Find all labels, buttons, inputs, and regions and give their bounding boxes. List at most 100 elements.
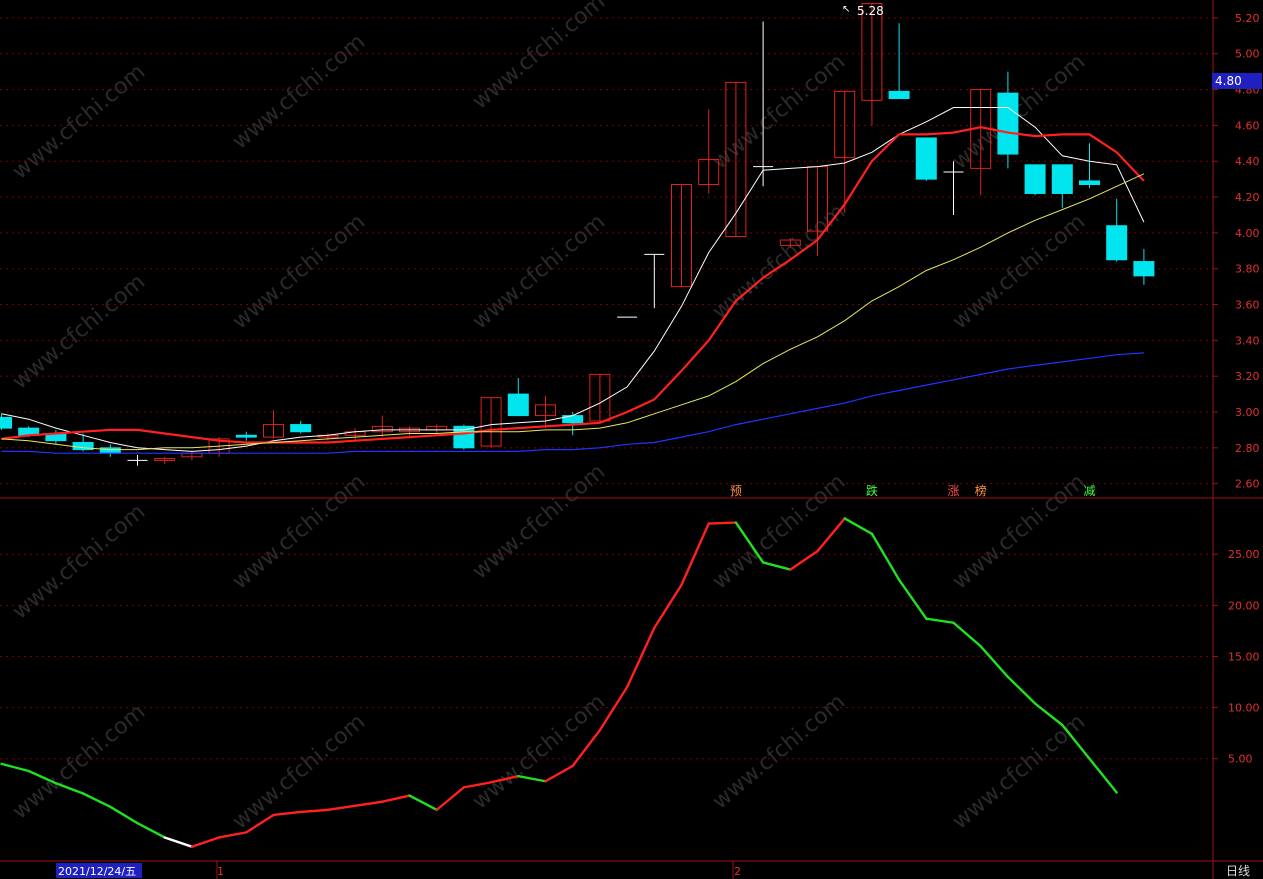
indicator-segment [1006, 675, 1037, 705]
candle-body [507, 393, 529, 417]
indicator-segment [435, 786, 466, 812]
candlestick[interactable] [861, 3, 883, 126]
price-tick-label: 3.00 [1235, 406, 1260, 419]
candlestick[interactable] [507, 377, 529, 417]
candlestick[interactable] [997, 71, 1019, 169]
watermark-text: www.cfchi.com [468, 0, 610, 115]
indicator-segment [1033, 702, 1064, 727]
candle-body [1079, 180, 1100, 186]
indicator-segment [925, 617, 955, 624]
indicator-tick-label: 15.00 [1228, 650, 1260, 663]
price-tick-label: 4.20 [1235, 191, 1260, 204]
period-button[interactable]: 日线 [1226, 864, 1250, 878]
candle-body [1051, 164, 1073, 194]
watermark-text: www.cfchi.com [708, 199, 850, 324]
price-tick-label: 5.00 [1235, 48, 1260, 61]
indicator-segment [653, 583, 683, 630]
candle-body [888, 90, 910, 100]
candle-body [915, 137, 937, 180]
signal-marker: 减 [1084, 484, 1096, 498]
candlestick[interactable] [1079, 143, 1100, 189]
watermark-text: www.cfchi.com [708, 49, 850, 174]
indicator-tick-label: 10.00 [1228, 702, 1260, 715]
candlestick[interactable] [671, 184, 692, 288]
indicator-panel[interactable]: 25.00 20.00 15.00 10.00 5.00 [0, 517, 1260, 848]
candlestick[interactable] [1133, 249, 1155, 285]
price-tick-label: 4.40 [1235, 155, 1260, 168]
price-tick-label: 5.20 [1235, 12, 1260, 25]
indicator-segment [789, 549, 819, 571]
candle-body [235, 434, 257, 438]
indicator-segment [870, 532, 901, 582]
candlestick[interactable] [371, 415, 393, 438]
candlestick[interactable] [915, 137, 937, 181]
watermark-text: www.cfchi.com [948, 49, 1090, 174]
price-tick-label: 4.00 [1235, 227, 1260, 240]
candlestick[interactable] [399, 426, 420, 438]
current-price-label: 4.80 [1215, 74, 1242, 88]
candlestick[interactable] [644, 253, 665, 309]
month-mark-2: 2 [734, 865, 741, 878]
candle-body [0, 416, 12, 429]
price-tick-label: 2.60 [1235, 478, 1260, 491]
watermark-text: www.cfchi.com [8, 699, 150, 824]
indicator-segment [816, 517, 846, 553]
indicator-segment [136, 821, 166, 839]
indicator-segment [326, 804, 357, 812]
indicator-segment [163, 836, 194, 848]
indicator-segment [381, 794, 411, 803]
indicator-segment [897, 578, 928, 620]
candle-body [1106, 225, 1128, 261]
candlestick[interactable] [344, 428, 366, 441]
indicator-tick-label: 20.00 [1228, 599, 1260, 612]
candle-body [290, 424, 312, 433]
watermark-text: www.cfchi.com [948, 469, 1090, 594]
indicator-segment [544, 764, 574, 783]
candlestick[interactable] [235, 431, 257, 441]
indicator-segment [843, 517, 874, 535]
indicator-segment [1088, 757, 1118, 794]
candlestick[interactable] [290, 420, 312, 434]
candlestick[interactable] [0, 413, 12, 430]
candle-body [1133, 261, 1155, 277]
price-tick-label: 4.60 [1235, 119, 1260, 132]
watermark-layer: www.cfchi.com www.cfchi.com www.cfchi.com w… [8, 0, 1090, 835]
indicator-segment [353, 800, 384, 807]
peak-label: 5.28 [857, 4, 884, 18]
price-tick-label: 3.40 [1235, 334, 1260, 347]
watermark-text: www.cfchi.com [228, 209, 370, 334]
candlestick[interactable] [127, 455, 148, 466]
month-mark-1: 1 [217, 865, 224, 878]
watermark-text: www.cfchi.com [708, 689, 850, 814]
candlestick[interactable] [99, 444, 121, 457]
indicator-segment [0, 762, 30, 773]
ma60-line [1, 352, 1144, 454]
indicator-segment [707, 521, 738, 525]
peak-marker-icon: ↖ [842, 4, 850, 15]
stock-chart: www.cfchi.com www.cfchi.com www.cfchi.com w… [0, 0, 1263, 879]
candlestick[interactable] [480, 397, 502, 448]
candlestick[interactable] [1051, 164, 1073, 208]
price-tick-label: 3.20 [1235, 370, 1260, 383]
candlestick[interactable] [1024, 164, 1046, 196]
indicator-segment [979, 645, 1010, 679]
watermark-text: www.cfchi.com [228, 469, 370, 594]
signal-marker: 跌 [866, 483, 878, 498]
watermark-text: www.cfchi.com [468, 459, 610, 584]
candlestick[interactable] [426, 424, 448, 434]
watermark-text: www.cfchi.com [228, 709, 370, 834]
indicator-segment [272, 810, 302, 817]
watermark-text: www.cfchi.com [228, 29, 370, 154]
candlestick[interactable] [888, 23, 910, 100]
watermark-text: www.cfchi.com [468, 209, 610, 334]
candlestick[interactable] [263, 410, 284, 439]
indicator-segment [952, 621, 982, 648]
indicator-tick-label: 25.00 [1228, 548, 1260, 561]
candlestick[interactable] [1106, 198, 1128, 262]
candlestick[interactable] [154, 456, 176, 464]
signal-marker: 涨 [948, 483, 960, 498]
indicator-segment [408, 794, 438, 812]
candle-body [1024, 164, 1046, 194]
price-tick-label: 3.80 [1235, 263, 1260, 276]
watermark-text: www.cfchi.com [8, 59, 150, 184]
